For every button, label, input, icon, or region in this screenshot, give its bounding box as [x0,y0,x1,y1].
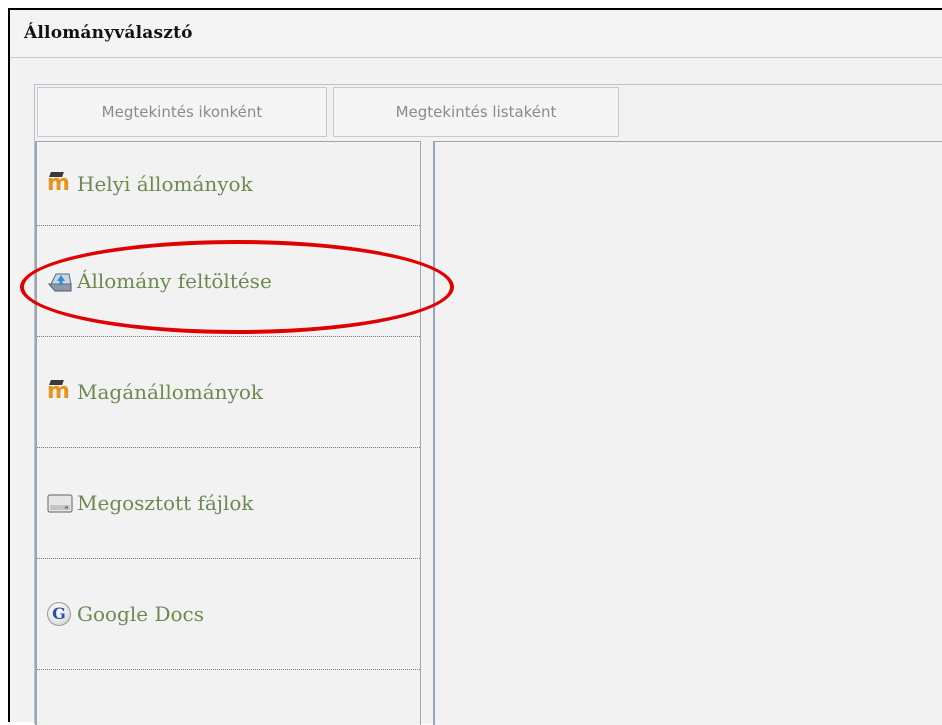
repository-sidebar: m Helyi állományok Állomány feltöltése m… [35,141,421,725]
file-preview-panel [433,141,942,725]
sidebar-item-shared-files[interactable]: Megosztott fájlok [37,448,420,559]
file-picker-window: Állományválasztó Megtekintés ikonként Me… [8,8,942,725]
moodle-icon: m [47,380,75,404]
tab-view-icons[interactable]: Megtekintés ikonként [37,87,327,137]
tab-view-list[interactable]: Megtekintés listaként [333,87,619,137]
sidebar-item-label: Megosztott fájlok [77,491,254,515]
sidebar-item-label: Magánállományok [77,380,263,404]
sidebar-item-label: Állomány feltöltése [77,269,272,293]
sidebar-item-label: Helyi állományok [77,171,253,196]
window-title: Állományválasztó [10,10,942,58]
sidebar-item-upload-file[interactable]: Állomány feltöltése [37,226,420,337]
view-tabs: Megtekintés ikonként Megtekintés listaké… [37,87,619,137]
sidebar-item-private-files[interactable]: m Magánállományok [37,337,420,448]
file-picker-content: Megtekintés ikonként Megtekintés listaké… [34,84,942,725]
google-icon: G [47,602,71,626]
sidebar-item-google-docs[interactable]: G Google Docs [37,559,420,670]
moodle-icon: m [47,171,75,196]
sidebar-item-local-files[interactable]: m Helyi állományok [37,142,420,226]
sidebar-item-label: Google Docs [77,602,204,626]
upload-icon [47,269,75,293]
drive-icon [47,491,75,515]
